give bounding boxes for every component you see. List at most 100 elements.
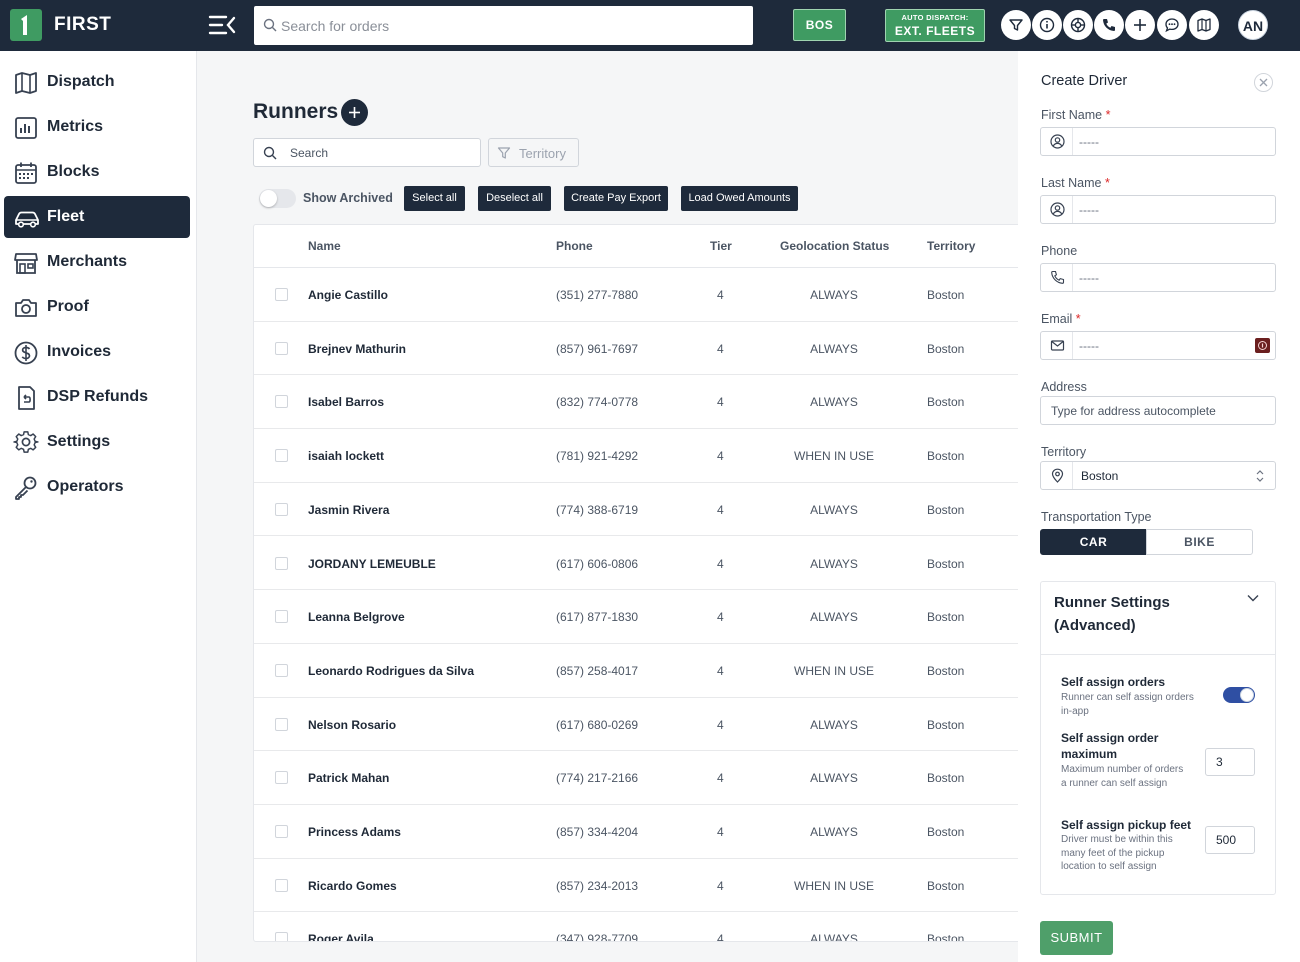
phone-input[interactable] xyxy=(1079,264,1259,291)
close-icon[interactable] xyxy=(1254,73,1273,92)
info-icon[interactable] xyxy=(1032,10,1062,40)
territory-filter[interactable]: Territory xyxy=(488,138,579,167)
table-row[interactable]: Patrick Mahan (774) 217-2166 4 ALWAYS Boston xyxy=(254,751,1018,805)
load-owed-amounts-button[interactable]: Load Owed Amounts xyxy=(681,186,798,211)
sidebar-item-invoices[interactable]: Invoices xyxy=(4,331,190,373)
column-geolocation-status[interactable]: Geolocation Status xyxy=(780,239,889,253)
phone-icon[interactable] xyxy=(1094,10,1124,40)
add-runner-button[interactable] xyxy=(341,99,368,126)
column-tier[interactable]: Tier xyxy=(710,239,732,253)
row-checkbox[interactable] xyxy=(275,717,288,731)
transport-bike-option[interactable]: BIKE xyxy=(1146,529,1253,555)
order-search[interactable] xyxy=(254,6,753,45)
password-manager-icon[interactable] xyxy=(1255,338,1270,353)
table-row[interactable]: Leonardo Rodrigues da Silva (857) 258-401… xyxy=(254,644,1018,698)
bos-button[interactable]: BOS xyxy=(793,9,846,41)
table-row[interactable]: Ricardo Gomes (857) 234-2013 4 WHEN IN USE B… xyxy=(254,859,1018,913)
plus-icon[interactable] xyxy=(1125,10,1155,40)
runner-tier: 4 xyxy=(717,556,724,571)
table-row[interactable]: Angie Castillo (351) 277-7880 4 ALWAYS Bosto… xyxy=(254,268,1018,322)
table-row[interactable]: Roger Avila (347) 928-7709 4 ALWAYS Boston xyxy=(254,912,1018,941)
runner-territory: Boston xyxy=(927,825,965,839)
sidebar-item-operators[interactable]: Operators xyxy=(4,466,190,508)
deselect-all-button[interactable]: Deselect all xyxy=(478,186,551,211)
sidebar-item-merchants[interactable]: Merchants xyxy=(4,241,190,283)
email-field[interactable] xyxy=(1040,331,1276,360)
map-icon[interactable] xyxy=(1189,10,1219,40)
required-mark: * xyxy=(1075,312,1081,326)
last-name-field[interactable] xyxy=(1040,195,1276,224)
sidebar-item-fleet[interactable]: Fleet xyxy=(4,196,190,238)
runner-geolocation-status: ALWAYS xyxy=(810,610,858,625)
first-name-field[interactable] xyxy=(1040,127,1276,156)
table-row[interactable]: JORDANY LEMEUBLE (617) 606-0806 4 ALWAYS Bos… xyxy=(254,537,1018,591)
table-row[interactable]: Isabel Barros (832) 774-0778 4 ALWAYS Boston xyxy=(254,375,1018,430)
chat-icon[interactable] xyxy=(1157,10,1187,40)
runner-geolocation-status: ALWAYS xyxy=(810,341,858,356)
row-checkbox[interactable] xyxy=(275,395,288,409)
submit-button[interactable]: SUBMIT xyxy=(1040,921,1113,955)
table-row[interactable]: Jasmin Rivera (774) 388-6719 4 ALWAYS Boston xyxy=(254,483,1018,537)
sidebar-item-settings[interactable]: Settings xyxy=(4,421,190,463)
self-assign-toggle[interactable] xyxy=(1223,687,1255,703)
row-checkbox[interactable] xyxy=(275,771,288,785)
runner-tier: 4 xyxy=(717,449,724,464)
runner-name: Ricardo Gomes xyxy=(308,878,397,893)
address-input[interactable] xyxy=(1051,397,1271,424)
table-row[interactable]: Nelson Rosario (617) 680-0269 4 ALWAYS Bosto… xyxy=(254,698,1018,752)
row-checkbox[interactable] xyxy=(275,878,288,892)
filter-icon[interactable] xyxy=(1001,10,1031,40)
row-checkbox[interactable] xyxy=(275,449,288,463)
row-checkbox[interactable] xyxy=(275,663,288,677)
auto-dispatch-button[interactable]: AUTO DISPATCH: EXT. FLEETS xyxy=(885,9,985,42)
first-name-input[interactable] xyxy=(1079,128,1259,155)
self-assign-max-input[interactable] xyxy=(1205,748,1255,776)
sidebar-item-dispatch[interactable]: Dispatch xyxy=(4,61,190,103)
menu-collapse-icon[interactable] xyxy=(208,14,236,36)
sidebar-item-blocks[interactable]: Blocks xyxy=(4,151,190,193)
mail-icon xyxy=(1041,332,1073,359)
table-row[interactable]: Leanna Belgrove (617) 877-1830 4 ALWAYS Bost… xyxy=(254,590,1018,644)
create-pay-export-button[interactable]: Create Pay Export xyxy=(564,186,668,211)
runner-phone: (857) 258-4017 xyxy=(556,663,639,678)
address-field[interactable] xyxy=(1040,396,1276,425)
column-name[interactable]: Name xyxy=(308,239,341,253)
select-all-button[interactable]: Select all xyxy=(404,186,465,211)
transport-car-option[interactable]: CAR xyxy=(1040,529,1147,555)
first-name-label-text: First Name xyxy=(1041,108,1103,122)
row-checkbox[interactable] xyxy=(275,288,288,301)
email-input[interactable] xyxy=(1079,332,1259,359)
auto-dispatch-caption: AUTO DISPATCH: xyxy=(901,13,969,22)
logo-icon[interactable] xyxy=(10,9,42,41)
show-archived-toggle[interactable] xyxy=(259,189,296,208)
territory-label: Territory xyxy=(1041,445,1087,459)
row-checkbox[interactable] xyxy=(275,610,288,624)
avatar[interactable]: AN xyxy=(1238,10,1268,40)
phone-icon xyxy=(1041,264,1073,291)
last-name-input[interactable] xyxy=(1079,196,1259,223)
lifebuoy-icon[interactable] xyxy=(1063,10,1093,40)
row-checkbox[interactable] xyxy=(275,556,288,570)
sidebar-item-proof[interactable]: Proof xyxy=(4,286,190,328)
car-icon xyxy=(15,211,39,228)
sidebar-item-metrics[interactable]: Metrics xyxy=(4,106,190,148)
row-checkbox[interactable] xyxy=(275,932,288,941)
phone-field[interactable] xyxy=(1040,263,1276,292)
self-assign-description: Runner can self assign orders in-app xyxy=(1061,692,1194,717)
table-row[interactable]: Princess Adams (857) 334-4204 4 ALWAYS Bosto… xyxy=(254,805,1018,859)
row-checkbox[interactable] xyxy=(275,502,288,516)
column-phone[interactable]: Phone xyxy=(556,239,593,253)
row-checkbox[interactable] xyxy=(275,825,288,838)
table-row[interactable]: Brejnev Mathurin (857) 961-7697 4 ALWAYS Bos… xyxy=(254,322,1018,376)
order-search-input[interactable] xyxy=(281,6,741,45)
self-assign-feet-input[interactable] xyxy=(1205,826,1255,854)
runner-settings-header[interactable]: Runner Settings (Advanced) xyxy=(1041,582,1275,655)
runner-geolocation-status: ALWAYS xyxy=(810,502,858,517)
runner-search-input[interactable] xyxy=(290,139,475,166)
sidebar-item-dsp-refunds[interactable]: DSP Refunds xyxy=(4,376,190,418)
territory-select[interactable]: Boston xyxy=(1040,461,1276,490)
runner-search[interactable] xyxy=(253,138,481,167)
row-checkbox[interactable] xyxy=(275,341,288,355)
table-row[interactable]: isaiah lockett (781) 921-4292 4 WHEN IN USE… xyxy=(254,429,1018,483)
column-territory[interactable]: Territory xyxy=(927,239,975,253)
